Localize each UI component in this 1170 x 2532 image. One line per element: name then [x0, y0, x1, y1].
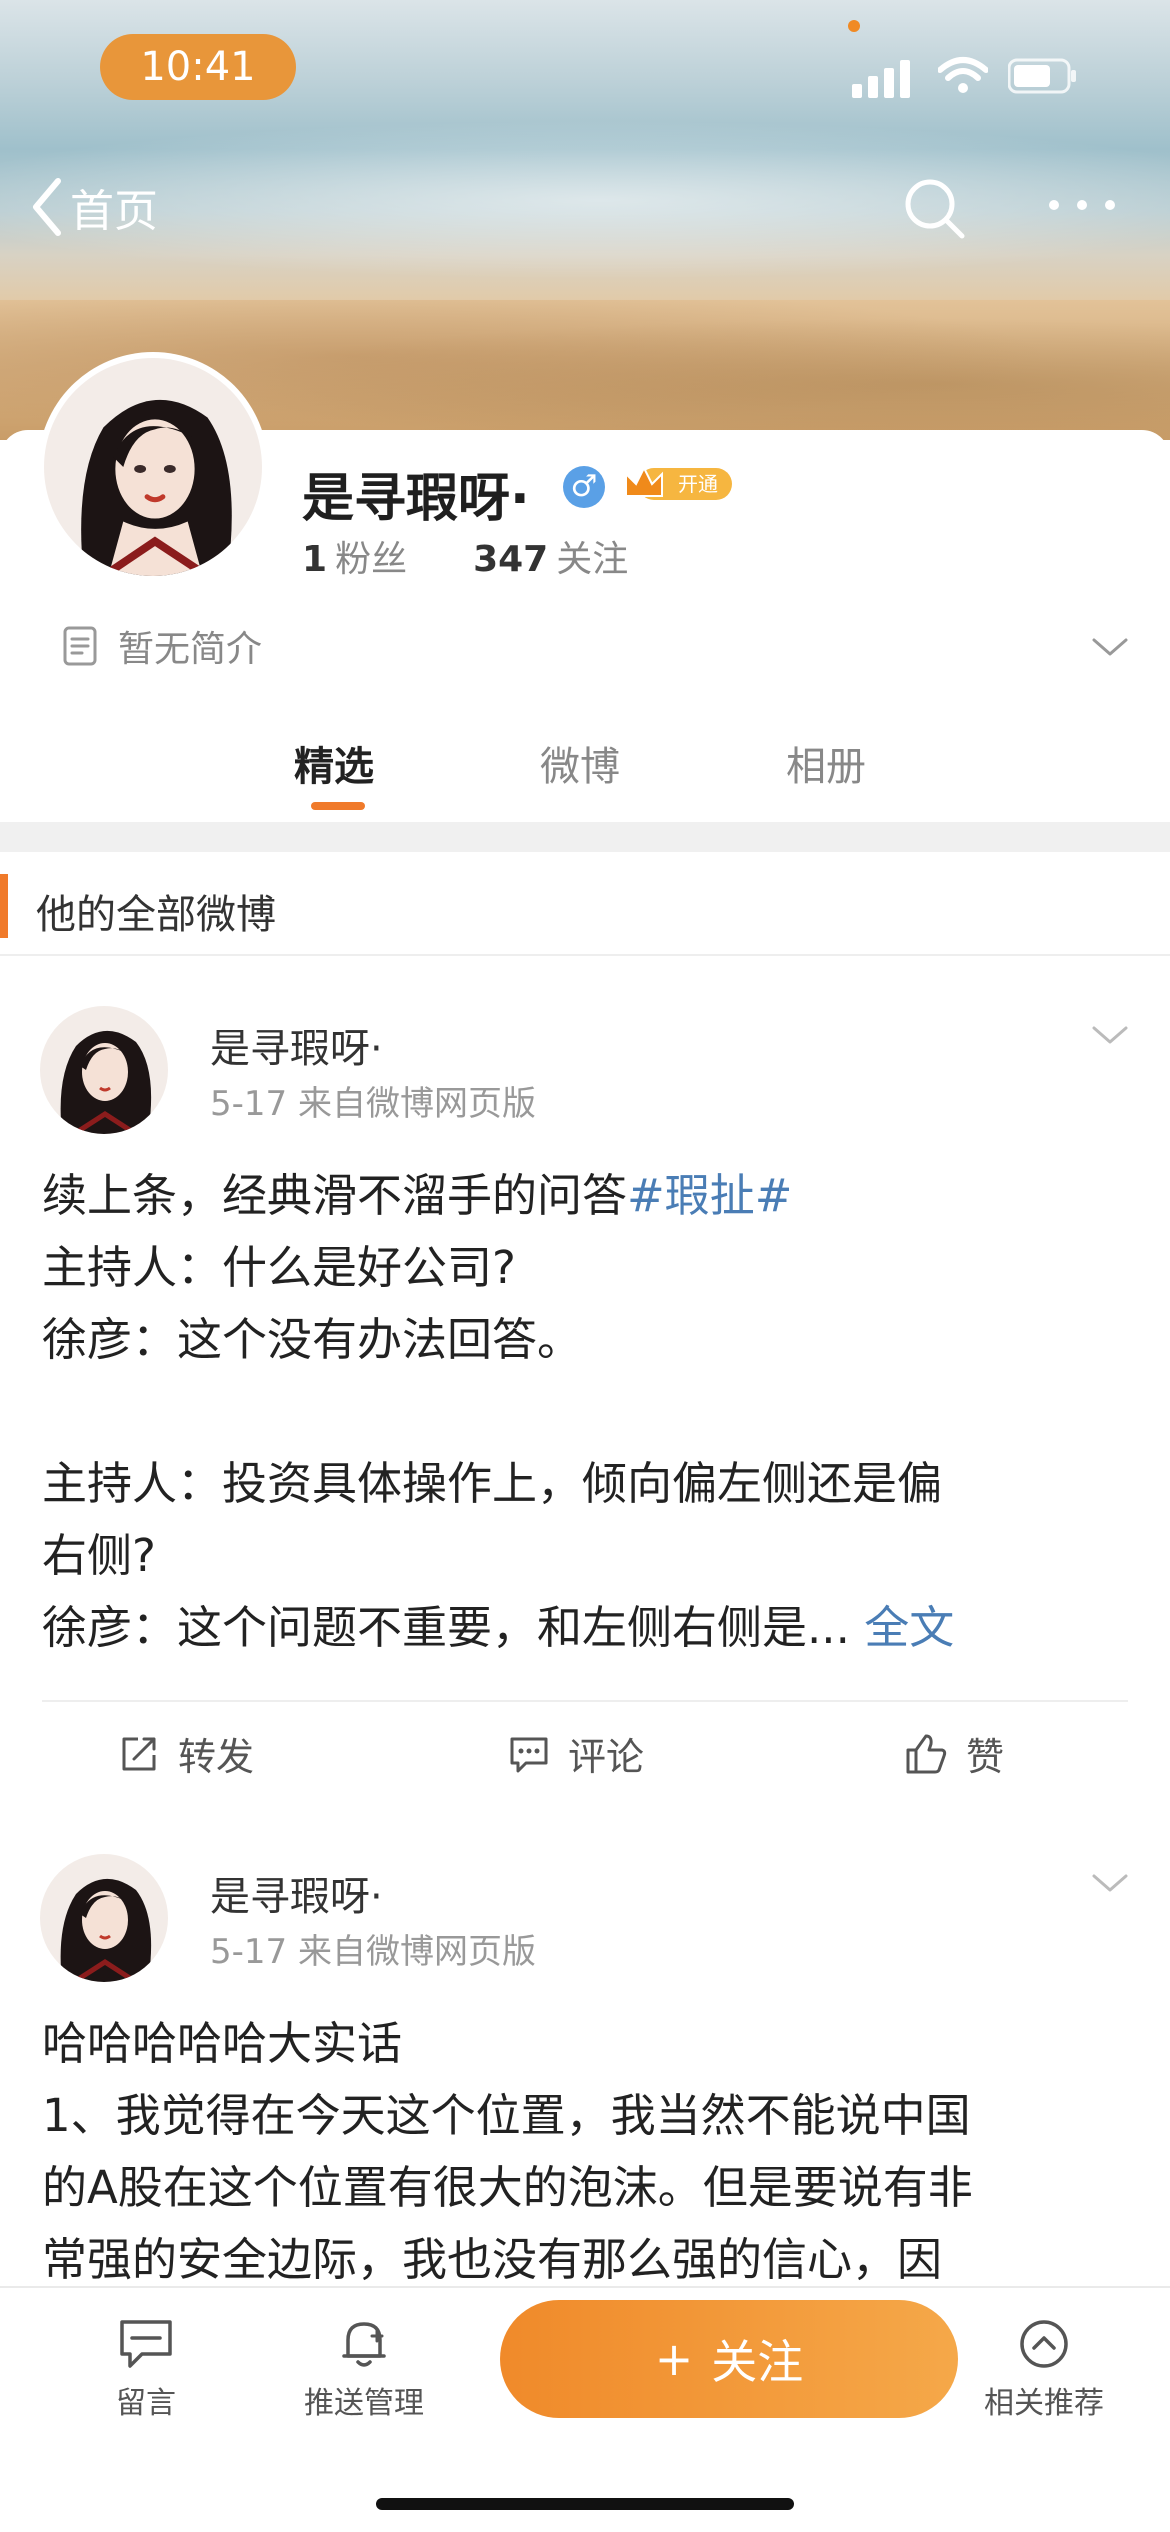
wifi-icon	[938, 57, 988, 93]
thumbs-up-icon	[906, 1734, 947, 1773]
post-line: 常强的安全边际，我也没有那么强的信心，因	[42, 2233, 943, 2286]
like-label: 赞	[966, 1735, 1005, 1779]
chevron-left-icon	[33, 178, 61, 236]
chevron-down-icon[interactable]	[1090, 1868, 1130, 1898]
tab-weibo[interactable]: 微博	[540, 734, 620, 792]
post-line: 的A股在这个位置有很大的泡沫。但是要说有非	[42, 2161, 973, 2214]
section-header: 他的全部微博	[0, 860, 1170, 956]
plus-icon: +	[654, 2332, 694, 2386]
push-settings-label: 推送管理	[304, 2386, 424, 2421]
back-label: 首页	[70, 186, 158, 237]
author-avatar[interactable]	[40, 1854, 168, 1982]
chevron-up-circle-icon	[1020, 2320, 1068, 2368]
profile-name: 是寻瑕呀·	[302, 469, 530, 529]
message-button[interactable]: 留言	[56, 2318, 236, 2422]
vip-open-badge[interactable]: 开通	[622, 462, 734, 506]
avatar-image	[44, 358, 262, 580]
post-actions: 转发 评论 赞	[42, 1700, 1128, 1804]
following-stat[interactable]: 347 关注	[473, 530, 628, 582]
post-meta: 5-17 来自微博网页版	[210, 1084, 536, 1124]
post-author-name[interactable]: 是寻瑕呀·	[210, 1864, 383, 1922]
post-line: 徐彦：这个没有办法回答。	[42, 1313, 583, 1366]
comment-button[interactable]: 评论	[508, 1726, 644, 1781]
message-label: 留言	[116, 2386, 176, 2421]
profile-avatar[interactable]	[38, 352, 268, 582]
chevron-down-icon[interactable]	[1090, 632, 1130, 662]
profile-tabs: 精选 微博 相册	[0, 720, 1170, 820]
repost-label: 转发	[178, 1735, 255, 1779]
message-icon	[120, 2320, 172, 2368]
section-divider	[0, 822, 1170, 852]
followers-label: 粉丝	[335, 539, 408, 580]
privacy-indicator-dot	[848, 20, 860, 32]
document-icon	[63, 626, 97, 666]
comment-label: 评论	[568, 1735, 645, 1779]
profile-stats: 1 粉丝 347 关注	[302, 530, 628, 582]
post-line: 主持人：投资具体操作上，倾向偏左侧还是偏	[42, 1457, 943, 1510]
post-body: 续上条，经典滑不溜手的问答#瑕扯# 主持人：什么是好公司? 徐彦：这个没有办法回…	[42, 1160, 1132, 1664]
push-settings-button[interactable]: 推送管理	[274, 2318, 454, 2422]
chevron-down-icon[interactable]	[1090, 1020, 1130, 1050]
back-button[interactable]: 首页	[30, 172, 158, 242]
bio-text: 暂无简介	[118, 629, 263, 670]
full-text-link[interactable]: 全文	[864, 1601, 954, 1654]
vip-label: 开通	[678, 472, 718, 496]
hashtag-link[interactable]: #瑕扯#	[627, 1169, 792, 1222]
repost-button[interactable]: 转发	[118, 1726, 254, 1781]
post-line: 哈哈哈哈哈大实话	[42, 2017, 403, 2070]
repost-icon	[122, 1737, 156, 1770]
search-icon[interactable]	[900, 174, 970, 244]
post-line: 续上条，经典滑不溜手的问答#瑕扯#	[42, 1169, 793, 1222]
like-button[interactable]: 赞	[904, 1726, 1004, 1781]
gender-male-icon: ♂	[563, 466, 605, 508]
post-line: 徐彦：这个问题不重要，和左侧右侧是... 全文	[42, 1601, 955, 1654]
more-options-icon[interactable]	[1044, 180, 1120, 230]
post-line: 主持人：什么是好公司?	[42, 1241, 516, 1294]
section-accent-bar	[0, 874, 8, 938]
cellular-signal-icon	[852, 60, 910, 98]
bell-icon	[342, 2322, 386, 2367]
post-body: 哈哈哈哈哈大实话 1、我觉得在今天这个位置，我当然不能说中国 的A股在这个位置有…	[42, 2008, 1132, 2286]
related-recommend-label: 相关推荐	[984, 2386, 1104, 2421]
post-line: 右侧?	[42, 1529, 156, 1582]
followers-stat[interactable]: 1 粉丝	[302, 530, 407, 582]
bio-row[interactable]: 暂无简介	[62, 620, 262, 672]
post-card[interactable]: 是寻瑕呀· 5-17 来自微博网页版 续上条，经典滑不溜手的问答#瑕扯# 主持人…	[0, 960, 1170, 1808]
banner-haze	[0, 120, 1170, 280]
following-count: 347	[473, 539, 549, 580]
post-line: 1、我觉得在今天这个位置，我当然不能说中国	[42, 2089, 971, 2142]
section-title: 他的全部微博	[36, 892, 276, 938]
bottom-action-bar: 留言 推送管理 + 关注 相关推荐	[0, 2286, 1170, 2532]
following-label: 关注	[556, 539, 629, 580]
related-recommend-button[interactable]: 相关推荐	[954, 2318, 1134, 2422]
battery-icon	[1008, 58, 1076, 94]
follow-button[interactable]: + 关注	[500, 2300, 958, 2418]
author-avatar[interactable]	[40, 1006, 168, 1134]
active-tab-indicator	[311, 802, 365, 810]
comment-icon	[510, 1737, 548, 1772]
followers-count: 1	[302, 539, 328, 580]
post-meta: 5-17 来自微博网页版	[210, 1932, 536, 1972]
post-author-name[interactable]: 是寻瑕呀·	[210, 1016, 383, 1074]
follow-label: 关注	[711, 2335, 804, 2389]
post-card[interactable]: 是寻瑕呀· 5-17 来自微博网页版 哈哈哈哈哈大实话 1、我觉得在今天这个位置…	[0, 1808, 1170, 2286]
tab-album[interactable]: 相册	[786, 734, 866, 792]
tab-featured[interactable]: 精选	[294, 734, 374, 792]
home-indicator[interactable]	[376, 2498, 794, 2510]
status-time: 10:41	[100, 34, 296, 100]
